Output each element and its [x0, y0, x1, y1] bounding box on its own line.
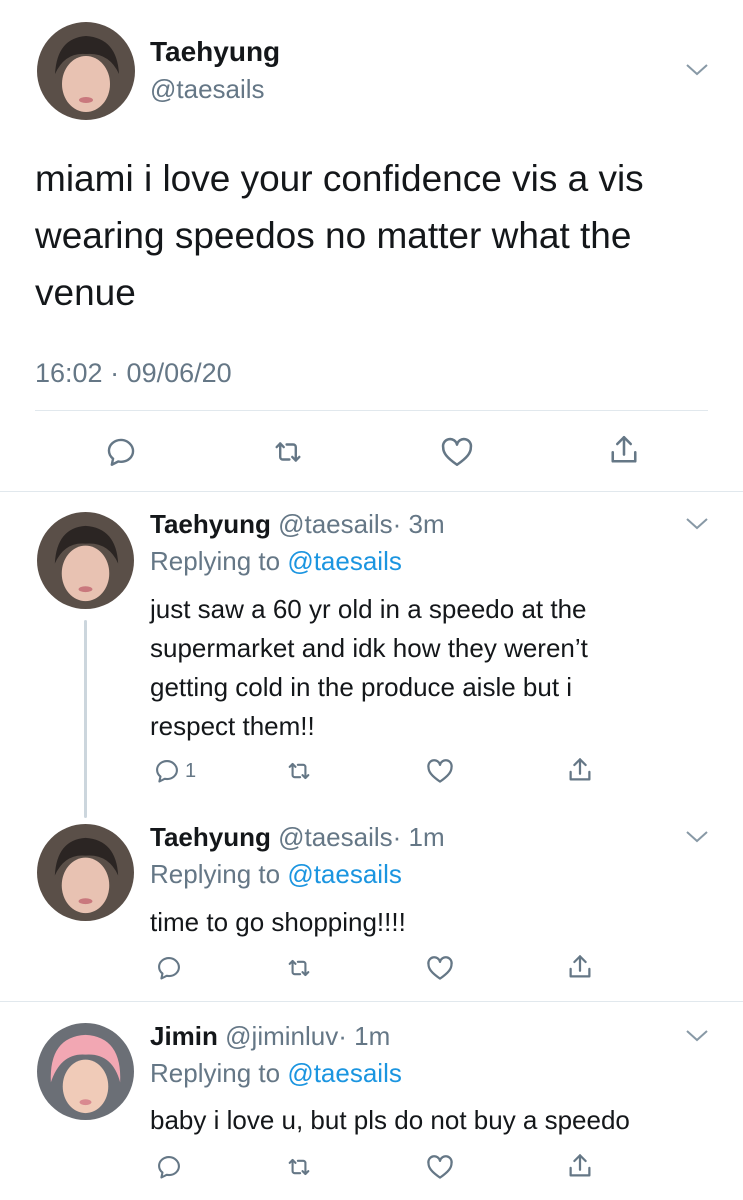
avatar[interactable]: [37, 22, 135, 120]
avatar[interactable]: [37, 824, 134, 921]
main-tweet-timestamp: 16:02 · 09/06/20: [35, 358, 232, 388]
reply-count: 1: [185, 759, 197, 782]
retweet-icon: [288, 762, 310, 780]
reply-button[interactable]: 1: [153, 757, 196, 785]
replying-to-label: Replying to: [150, 1058, 281, 1088]
replying-to-link[interactable]: @taesails: [287, 859, 402, 889]
like-icon: [427, 759, 453, 783]
retweet-button[interactable]: [285, 1153, 313, 1181]
reply-time: · 1m: [338, 1021, 391, 1051]
reply-author-handle[interactable]: @taesails: [278, 822, 393, 852]
reply-header: Taehyung @taesails· 3m: [150, 509, 445, 540]
replying-to-label: Replying to: [150, 859, 281, 889]
divider: [35, 410, 708, 411]
like-button[interactable]: [439, 434, 475, 470]
avatar[interactable]: [37, 1023, 134, 1120]
retweet-button[interactable]: [285, 757, 313, 785]
chevron-down-icon[interactable]: [683, 827, 711, 847]
main-tweet-text-line: miami i love your confidence vis a vis: [35, 158, 644, 199]
main-tweet-text: miami i love your confidence vis a vis w…: [35, 150, 644, 321]
replying-to: Replying to @taesails: [150, 546, 402, 577]
chevron-down-icon[interactable]: [683, 514, 711, 534]
like-button[interactable]: [425, 756, 455, 786]
reply-header: Jimin @jiminluv· 1m: [150, 1021, 390, 1052]
like-button[interactable]: [425, 1152, 455, 1182]
reply-time: · 3m: [392, 509, 445, 539]
reply-button[interactable]: [155, 954, 183, 982]
reply-text: just saw a 60 yr old in a speedo at the …: [150, 590, 588, 746]
chevron-down-icon[interactable]: [683, 60, 711, 80]
reply-text-line: time to go shopping!!!!: [150, 907, 406, 937]
main-tweet-text-line: venue: [35, 272, 136, 313]
replying-to-link[interactable]: @taesails: [287, 546, 402, 576]
share-button[interactable]: [565, 1151, 595, 1181]
like-icon: [427, 956, 453, 980]
reply-icon: [158, 1156, 180, 1179]
retweet-icon: [288, 1158, 310, 1176]
avatar[interactable]: [37, 512, 134, 609]
reply-author-name[interactable]: Taehyung: [150, 822, 271, 852]
reply-author-name[interactable]: Taehyung: [150, 509, 271, 539]
replying-to: Replying to @taesails: [150, 1058, 402, 1089]
reply-author-handle[interactable]: @taesails: [278, 509, 393, 539]
main-tweet-text-line: wearing speedos no matter what the: [35, 215, 632, 256]
divider: [0, 1001, 743, 1002]
reply-button[interactable]: [155, 1153, 183, 1181]
share-icon: [611, 435, 637, 463]
retweet-button[interactable]: [271, 435, 305, 469]
reply-author-name[interactable]: Jimin: [150, 1021, 218, 1051]
chevron-down-icon[interactable]: [683, 1026, 711, 1046]
retweet-icon: [275, 442, 301, 462]
reply-author-handle[interactable]: @jiminluv: [225, 1021, 338, 1051]
share-icon: [569, 1154, 591, 1177]
reply-text: time to go shopping!!!!: [150, 903, 406, 942]
reply-icon: [158, 957, 180, 980]
divider: [0, 491, 743, 492]
share-button[interactable]: [606, 432, 642, 468]
like-icon: [441, 437, 473, 467]
share-icon: [569, 758, 591, 781]
reply-text-line: respect them!!: [150, 711, 315, 741]
replying-to-link[interactable]: @taesails: [287, 1058, 402, 1088]
reply-icon: [156, 760, 178, 783]
thread-connector: [84, 620, 87, 818]
replying-to: Replying to @taesails: [150, 859, 402, 890]
main-author-name[interactable]: Taehyung: [150, 36, 280, 68]
reply-text: baby i love u, but pls do not buy a spee…: [150, 1101, 630, 1140]
share-icon: [569, 955, 591, 978]
like-icon: [427, 1155, 453, 1179]
share-button[interactable]: [565, 952, 595, 982]
reply-time: · 1m: [392, 822, 445, 852]
reply-header: Taehyung @taesails· 1m: [150, 822, 445, 853]
reply-button[interactable]: [104, 435, 138, 469]
reply-text-line: getting cold in the produce aisle but i: [150, 672, 573, 702]
reply-text-line: baby i love u, but pls do not buy a spee…: [150, 1105, 630, 1135]
share-button[interactable]: [565, 755, 595, 785]
reply-text-line: supermarket and idk how they weren’t: [150, 633, 588, 663]
reply-icon: [107, 438, 135, 466]
retweet-icon: [288, 959, 310, 977]
retweet-button[interactable]: [285, 954, 313, 982]
replying-to-label: Replying to: [150, 546, 281, 576]
reply-text-line: just saw a 60 yr old in a speedo at the: [150, 594, 587, 624]
main-author-handle[interactable]: @taesails: [150, 74, 265, 105]
like-button[interactable]: [425, 953, 455, 983]
